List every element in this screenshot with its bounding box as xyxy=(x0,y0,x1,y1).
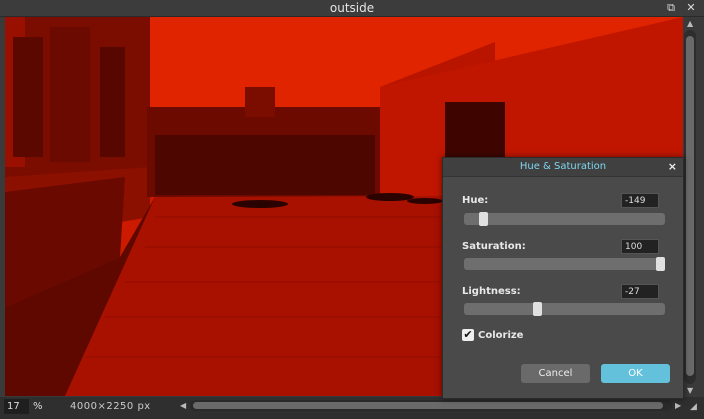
scroll-right-icon[interactable]: ▶ xyxy=(675,401,681,410)
popout-icon[interactable]: ⧉ xyxy=(664,1,678,15)
resize-grip-icon[interactable]: ◢ xyxy=(690,402,697,412)
hue-value-input[interactable]: -149 xyxy=(621,193,659,208)
hue-slider-knob[interactable] xyxy=(479,212,488,226)
lightness-label: Lightness: xyxy=(462,286,521,297)
saturation-label: Saturation: xyxy=(462,241,526,252)
scroll-down-icon[interactable]: ▼ xyxy=(687,386,693,395)
window-title: outside xyxy=(329,1,375,15)
colorize-checkbox[interactable]: ✔ xyxy=(462,329,474,341)
horizontal-scroll-thumb[interactable] xyxy=(193,402,663,409)
lightness-value-input[interactable]: -27 xyxy=(621,284,659,299)
close-window-icon[interactable]: ✕ xyxy=(684,1,698,15)
dialog-title: Hue & Saturation xyxy=(519,161,607,172)
zoom-input[interactable]: 17 xyxy=(4,399,29,414)
colorize-label: Colorize xyxy=(478,330,524,341)
scroll-up-icon[interactable]: ▲ xyxy=(687,19,693,28)
window-titlebar: outside ⧉ ✕ xyxy=(0,0,704,17)
saturation-value-input[interactable]: 100 xyxy=(621,239,659,254)
ok-button[interactable]: OK xyxy=(601,364,670,383)
hue-label: Hue: xyxy=(462,195,489,206)
cancel-button[interactable]: Cancel xyxy=(521,364,590,383)
scroll-left-icon[interactable]: ◀ xyxy=(180,401,186,410)
saturation-slider-knob[interactable] xyxy=(656,257,665,271)
vertical-scrollbar[interactable] xyxy=(684,30,696,384)
lightness-slider-knob[interactable] xyxy=(533,302,542,316)
vertical-scroll-thumb[interactable] xyxy=(686,36,694,376)
status-bar: 17 % 4000×2250 px ◀ ▶ ◢ xyxy=(0,397,704,419)
dialog-header: Hue & Saturation × xyxy=(443,158,683,177)
hue-slider[interactable] xyxy=(464,212,665,226)
hue-saturation-dialog: Hue & Saturation × Hue: -149 Saturation:… xyxy=(442,157,684,399)
zoom-unit: % xyxy=(33,401,43,412)
image-dimensions: 4000×2250 px xyxy=(70,401,151,412)
lightness-slider[interactable] xyxy=(464,302,665,316)
saturation-slider[interactable] xyxy=(464,257,665,271)
horizontal-scrollbar[interactable] xyxy=(190,400,672,411)
dialog-close-icon[interactable]: × xyxy=(668,158,677,176)
